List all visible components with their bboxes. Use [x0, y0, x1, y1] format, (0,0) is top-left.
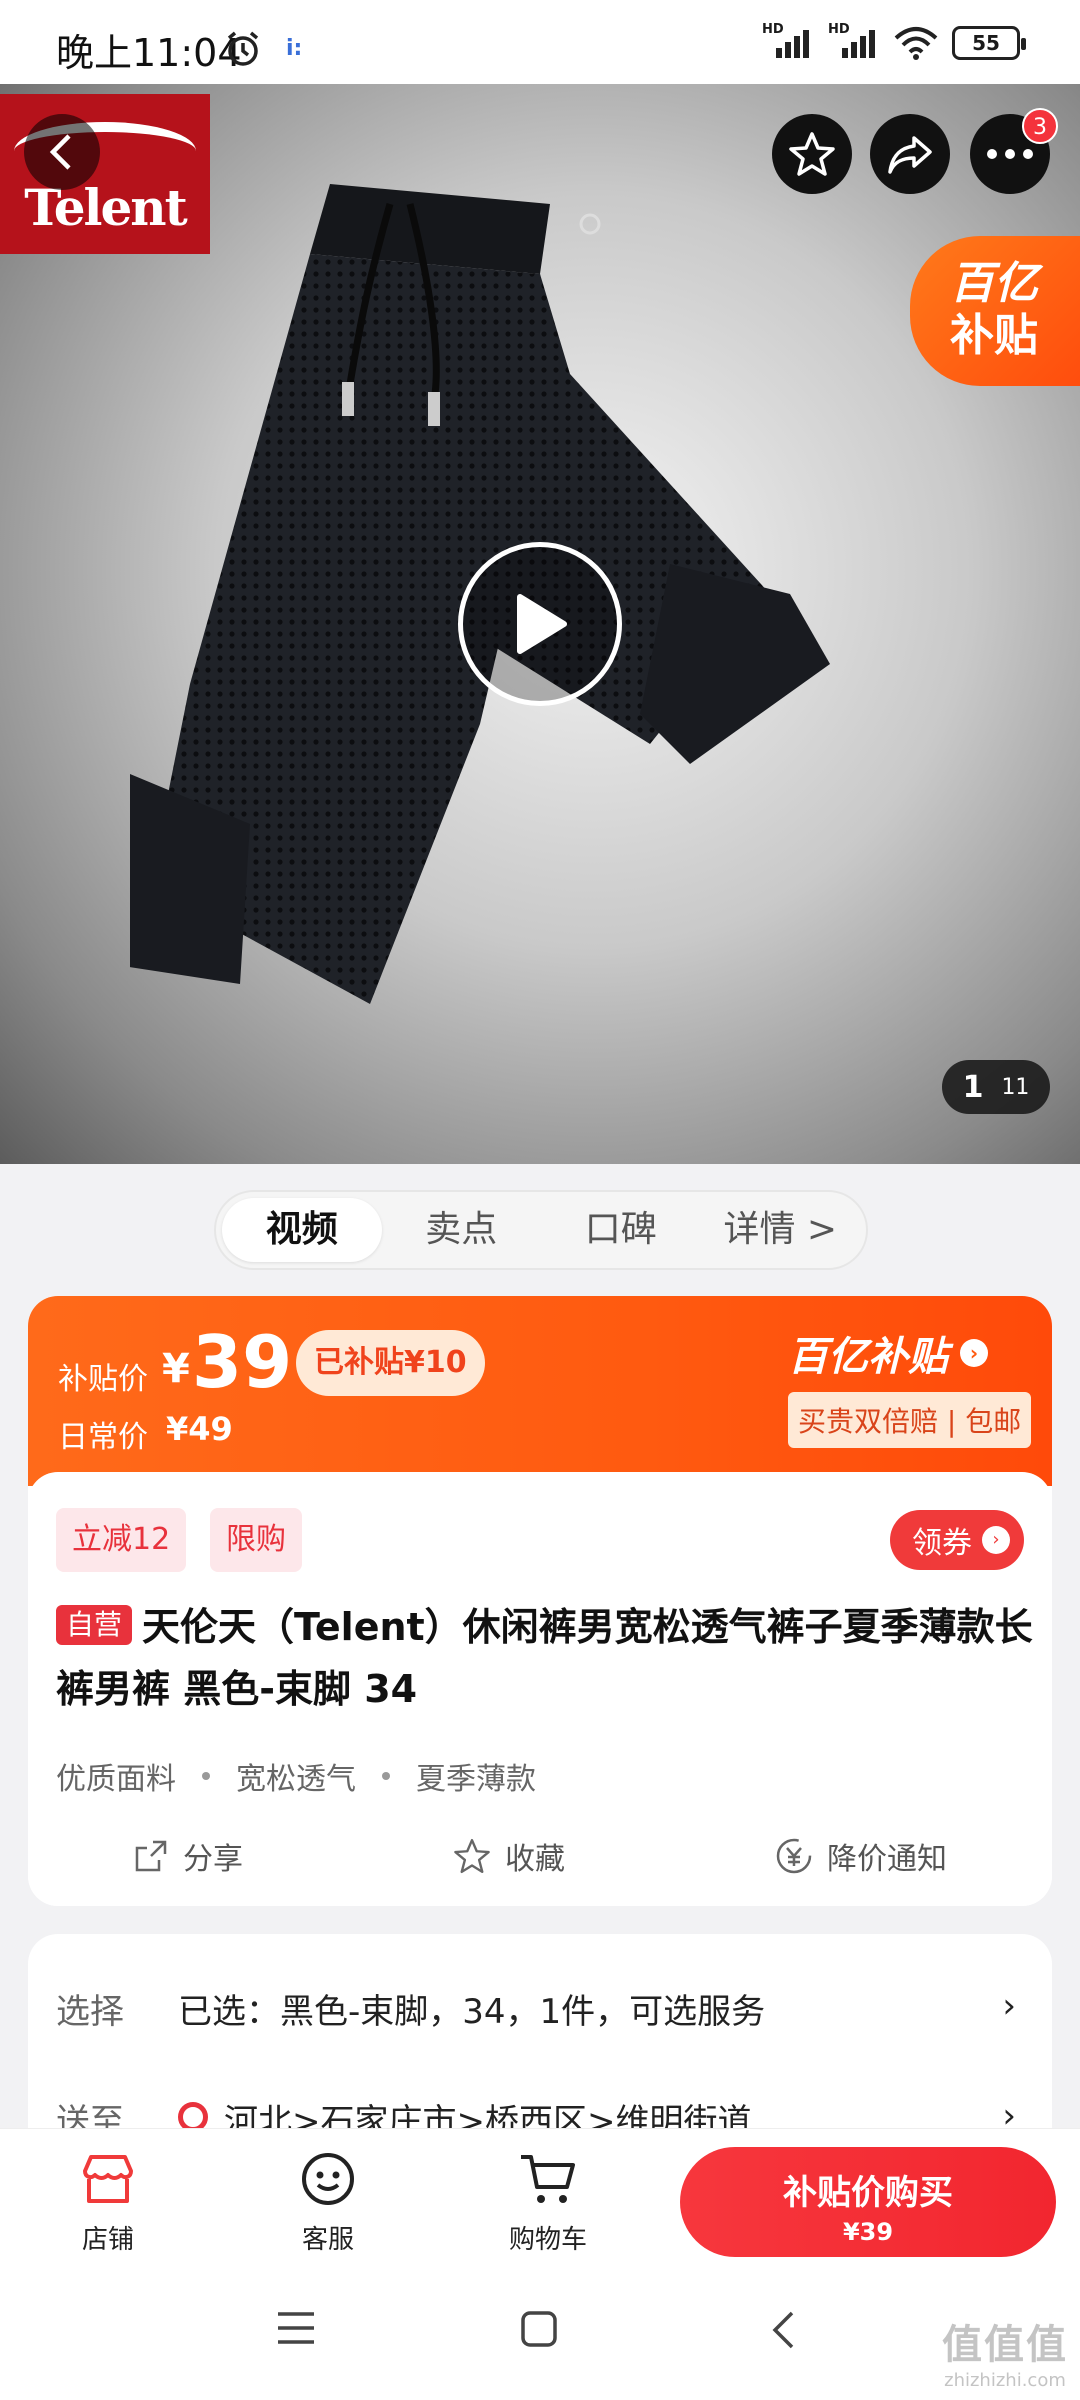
feature-list: 优质面料 宽松透气 夏季薄款	[56, 1754, 536, 1798]
subsidy-price-label: 补贴价	[58, 1362, 148, 1397]
favorite-button[interactable]	[772, 114, 852, 194]
back-nav-icon[interactable]	[770, 2310, 796, 2350]
tab-details[interactable]: 详情 >	[701, 1198, 861, 1262]
feature-item: 宽松透气	[236, 1762, 356, 1797]
feature-item: 优质面料	[56, 1762, 176, 1797]
share-button[interactable]	[870, 114, 950, 194]
limited-tag: 限购	[210, 1508, 302, 1572]
get-coupon-button[interactable]: 领券 ›	[890, 1510, 1024, 1570]
more-button[interactable]: 3	[970, 108, 1058, 194]
share-square-icon	[135, 1840, 167, 1872]
promise-text: 买贵双倍赔 | 包邮	[788, 1392, 1032, 1448]
cart-icon	[521, 2155, 575, 2203]
selected-spec: 已选：黑色-束脚，34，1件，可选服务	[178, 1992, 766, 2032]
currency-symbol: ¥	[162, 1346, 190, 1392]
self-operated-badge: 自营	[56, 1605, 133, 1645]
notification-icon: i:	[286, 36, 303, 61]
back-arrow-icon	[49, 134, 71, 170]
home-icon[interactable]	[520, 2310, 558, 2348]
play-icon	[517, 594, 567, 654]
daily-price: ¥49	[166, 1410, 233, 1448]
subsidy-price: 39	[192, 1320, 293, 1404]
subsidy-program-link[interactable]: 百亿补贴 › 买贵双倍赔 | 包邮	[788, 1324, 1032, 1448]
store-icon	[83, 2155, 133, 2203]
wifi-icon	[894, 27, 938, 60]
more-dots-icon	[987, 149, 1033, 159]
chat-face-icon	[302, 2153, 354, 2205]
selection-card: 选择 已选：黑色-束脚，34，1件，可选服务 › 送至 河北>石家庄市>桥西区>…	[28, 1934, 1052, 2134]
status-icons: HD HD 55	[762, 22, 1026, 60]
signal-icon-2: HD	[828, 22, 880, 60]
bottom-action-bar: 店铺 客服 购物车 补贴价购买 ¥39	[0, 2128, 1080, 2260]
customer-service-button[interactable]: 客服	[258, 2147, 398, 2256]
price-card: 补贴价 ¥ 39 已补贴¥10 日常价 ¥49 百亿补贴 › 买贵双倍赔 | 包…	[28, 1296, 1052, 1906]
cart-button[interactable]: 购物车	[478, 2147, 618, 2256]
status-bar: 晚上11:04 i: HD HD 55	[0, 0, 1080, 84]
product-title: 天伦天（Telent）休闲裤男宽松透气裤子夏季薄款长裤男裤 黑色-束脚 34	[56, 1605, 1033, 1711]
feature-item: 夏季薄款	[416, 1762, 536, 1797]
subsidy-tag[interactable]: 百亿 补贴	[910, 236, 1080, 386]
tab-reviews[interactable]: 口碑	[541, 1198, 701, 1262]
select-label: 选择	[56, 1992, 124, 2032]
action-row: 分享 收藏 降价通知	[28, 1834, 1052, 1878]
chevron-right-icon: ›	[960, 1339, 988, 1367]
store-button[interactable]: 店铺	[38, 2147, 178, 2256]
price-alert-action[interactable]: 降价通知	[775, 1834, 947, 1878]
product-title-block: 自营 天伦天（Telent）休闲裤男宽松透气裤子夏季薄款长裤男裤 黑色-束脚 34	[56, 1596, 1036, 1720]
buy-with-subsidy-button[interactable]: 补贴价购买 ¥39	[680, 2147, 1056, 2257]
chevron-right-icon: ›	[1002, 1986, 1016, 2026]
more-badge: 3	[1022, 108, 1058, 144]
tab-selling-points[interactable]: 卖点	[382, 1198, 542, 1262]
discount-tag: 立减12	[56, 1508, 187, 1572]
subsidy-program-name: 百亿补贴	[788, 1334, 948, 1380]
daily-price-label: 日常价	[58, 1420, 148, 1455]
chevron-right-icon: ›	[982, 1526, 1010, 1554]
product-info: 立减12 限购 领券 › 自营 天伦天（Telent）休闲裤男宽松透气裤子夏季薄款…	[28, 1472, 1052, 1906]
share-icon	[888, 136, 932, 174]
product-image-gallery[interactable]: Telent 3 百亿 补贴 1 11	[0, 84, 1080, 1164]
watermark: 值值值 zhizhizhi.com	[942, 2322, 1068, 2391]
favorite-action[interactable]: 收藏	[453, 1834, 565, 1878]
alarm-icon	[227, 31, 259, 66]
battery-indicator: 55	[952, 26, 1026, 60]
menu-icon[interactable]	[276, 2310, 316, 2346]
price-banner: 补贴价 ¥ 39 已补贴¥10 日常价 ¥49 百亿补贴 › 买贵双倍赔 | 包…	[28, 1296, 1052, 1486]
share-action[interactable]: 分享	[133, 1834, 243, 1878]
star-outline-icon	[454, 1838, 490, 1874]
yen-circle-icon	[776, 1838, 812, 1874]
play-video-button[interactable]	[458, 542, 622, 706]
signal-icon-1: HD	[762, 22, 814, 60]
tab-video[interactable]: 视频	[222, 1198, 382, 1262]
star-icon	[789, 132, 835, 176]
system-navigation-bar	[0, 2260, 1080, 2400]
media-tabs: 视频 卖点 口碑 详情 >	[214, 1190, 868, 1270]
subsidized-amount-badge: 已补贴¥10	[296, 1330, 485, 1396]
image-counter: 1 11	[942, 1060, 1050, 1114]
back-button[interactable]	[24, 114, 100, 190]
status-time: 晚上11:04	[56, 31, 242, 75]
